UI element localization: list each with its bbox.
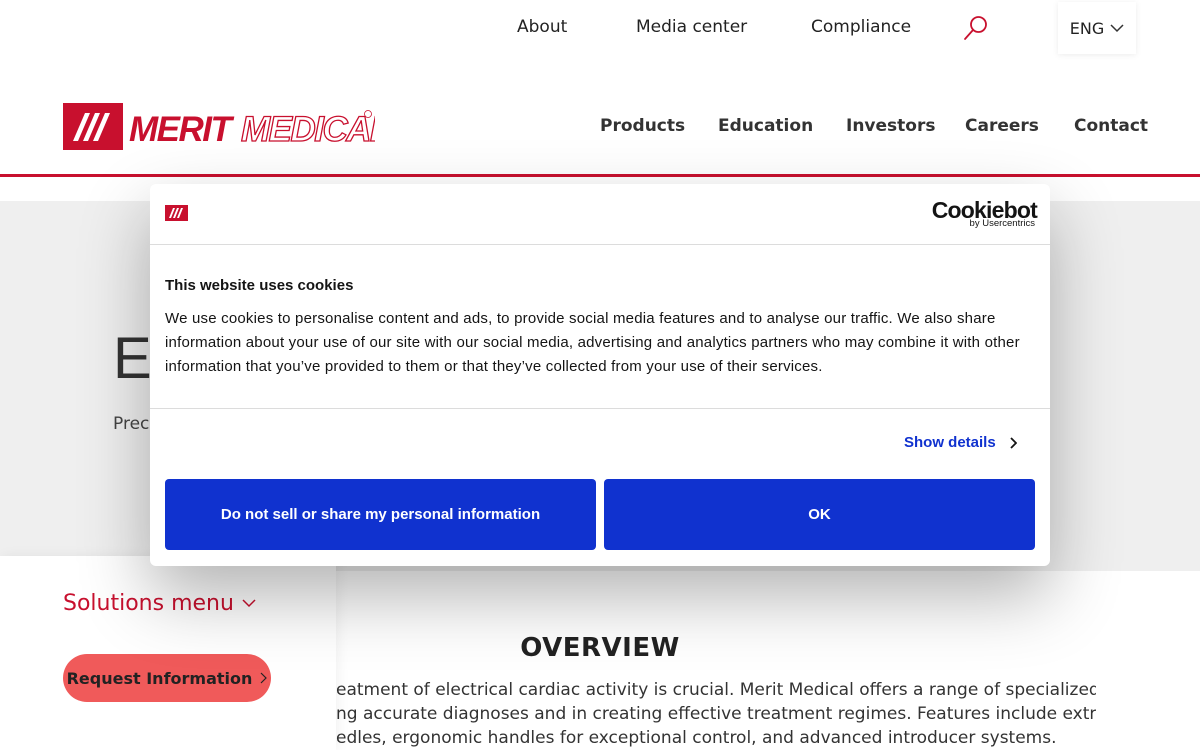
nav-investors[interactable]: Investors [846,116,935,136]
solutions-sidebar [0,556,336,750]
header-divider [0,174,1200,177]
search-icon[interactable] [962,14,990,42]
chevron-down-icon [1110,23,1124,32]
nav-products[interactable]: Products [600,116,685,136]
nav-education[interactable]: Education [718,116,813,136]
cookie-dialog-body: We use cookies to personalise content an… [165,310,1020,375]
cookie-dialog-title: This website uses cookies [165,277,354,294]
overview-text-line: edles, ergonomic handles for exceptional… [336,728,1057,748]
nav-contact[interactable]: Contact [1074,116,1148,136]
cookie-dialog-header: Cookiebot by Usercentrics [150,184,1050,245]
hero-subtitle: Preci [113,414,155,434]
nav-careers[interactable]: Careers [965,116,1039,136]
chevron-right-icon [260,672,268,684]
solutions-menu-label: Solutions menu [63,591,234,616]
request-information-button[interactable]: Request Information [63,654,271,702]
chevron-right-icon [1010,436,1017,449]
about-link[interactable]: About [517,17,567,37]
chevron-down-icon [242,599,256,608]
show-details-link[interactable]: Show details [904,434,1017,451]
cookiebot-logo[interactable]: Cookiebot by Usercentrics [932,197,1038,231]
language-selector[interactable]: ENG [1058,2,1136,54]
overview-text-line: ng accurate diagnoses and in creating ef… [336,704,1096,724]
svg-text:MEDICAL: MEDICAL [241,110,375,149]
cookiebot-byline: by Usercentrics [969,218,1035,229]
merit-medical-logo[interactable]: MERIT MEDICAL [63,103,375,151]
cookie-consent-dialog: Cookiebot by Usercentrics This website u… [150,184,1050,566]
overview-text-line: eatment of electrical cardiac activity i… [336,680,1096,700]
do-not-sell-button[interactable]: Do not sell or share my personal informa… [165,479,596,550]
solutions-menu-toggle[interactable]: Solutions menu [63,591,256,616]
language-label: ENG [1069,18,1105,38]
ok-button[interactable]: OK [604,479,1035,550]
svg-text:MERIT: MERIT [129,110,235,149]
show-details-label: Show details [904,434,996,451]
request-information-label: Request Information [66,668,253,688]
cookie-dialog-divider [150,408,1050,409]
compliance-link[interactable]: Compliance [811,17,911,37]
merit-medical-logo-small [165,205,188,221]
media-center-link[interactable]: Media center [636,17,747,37]
hero-title: E [113,326,152,391]
